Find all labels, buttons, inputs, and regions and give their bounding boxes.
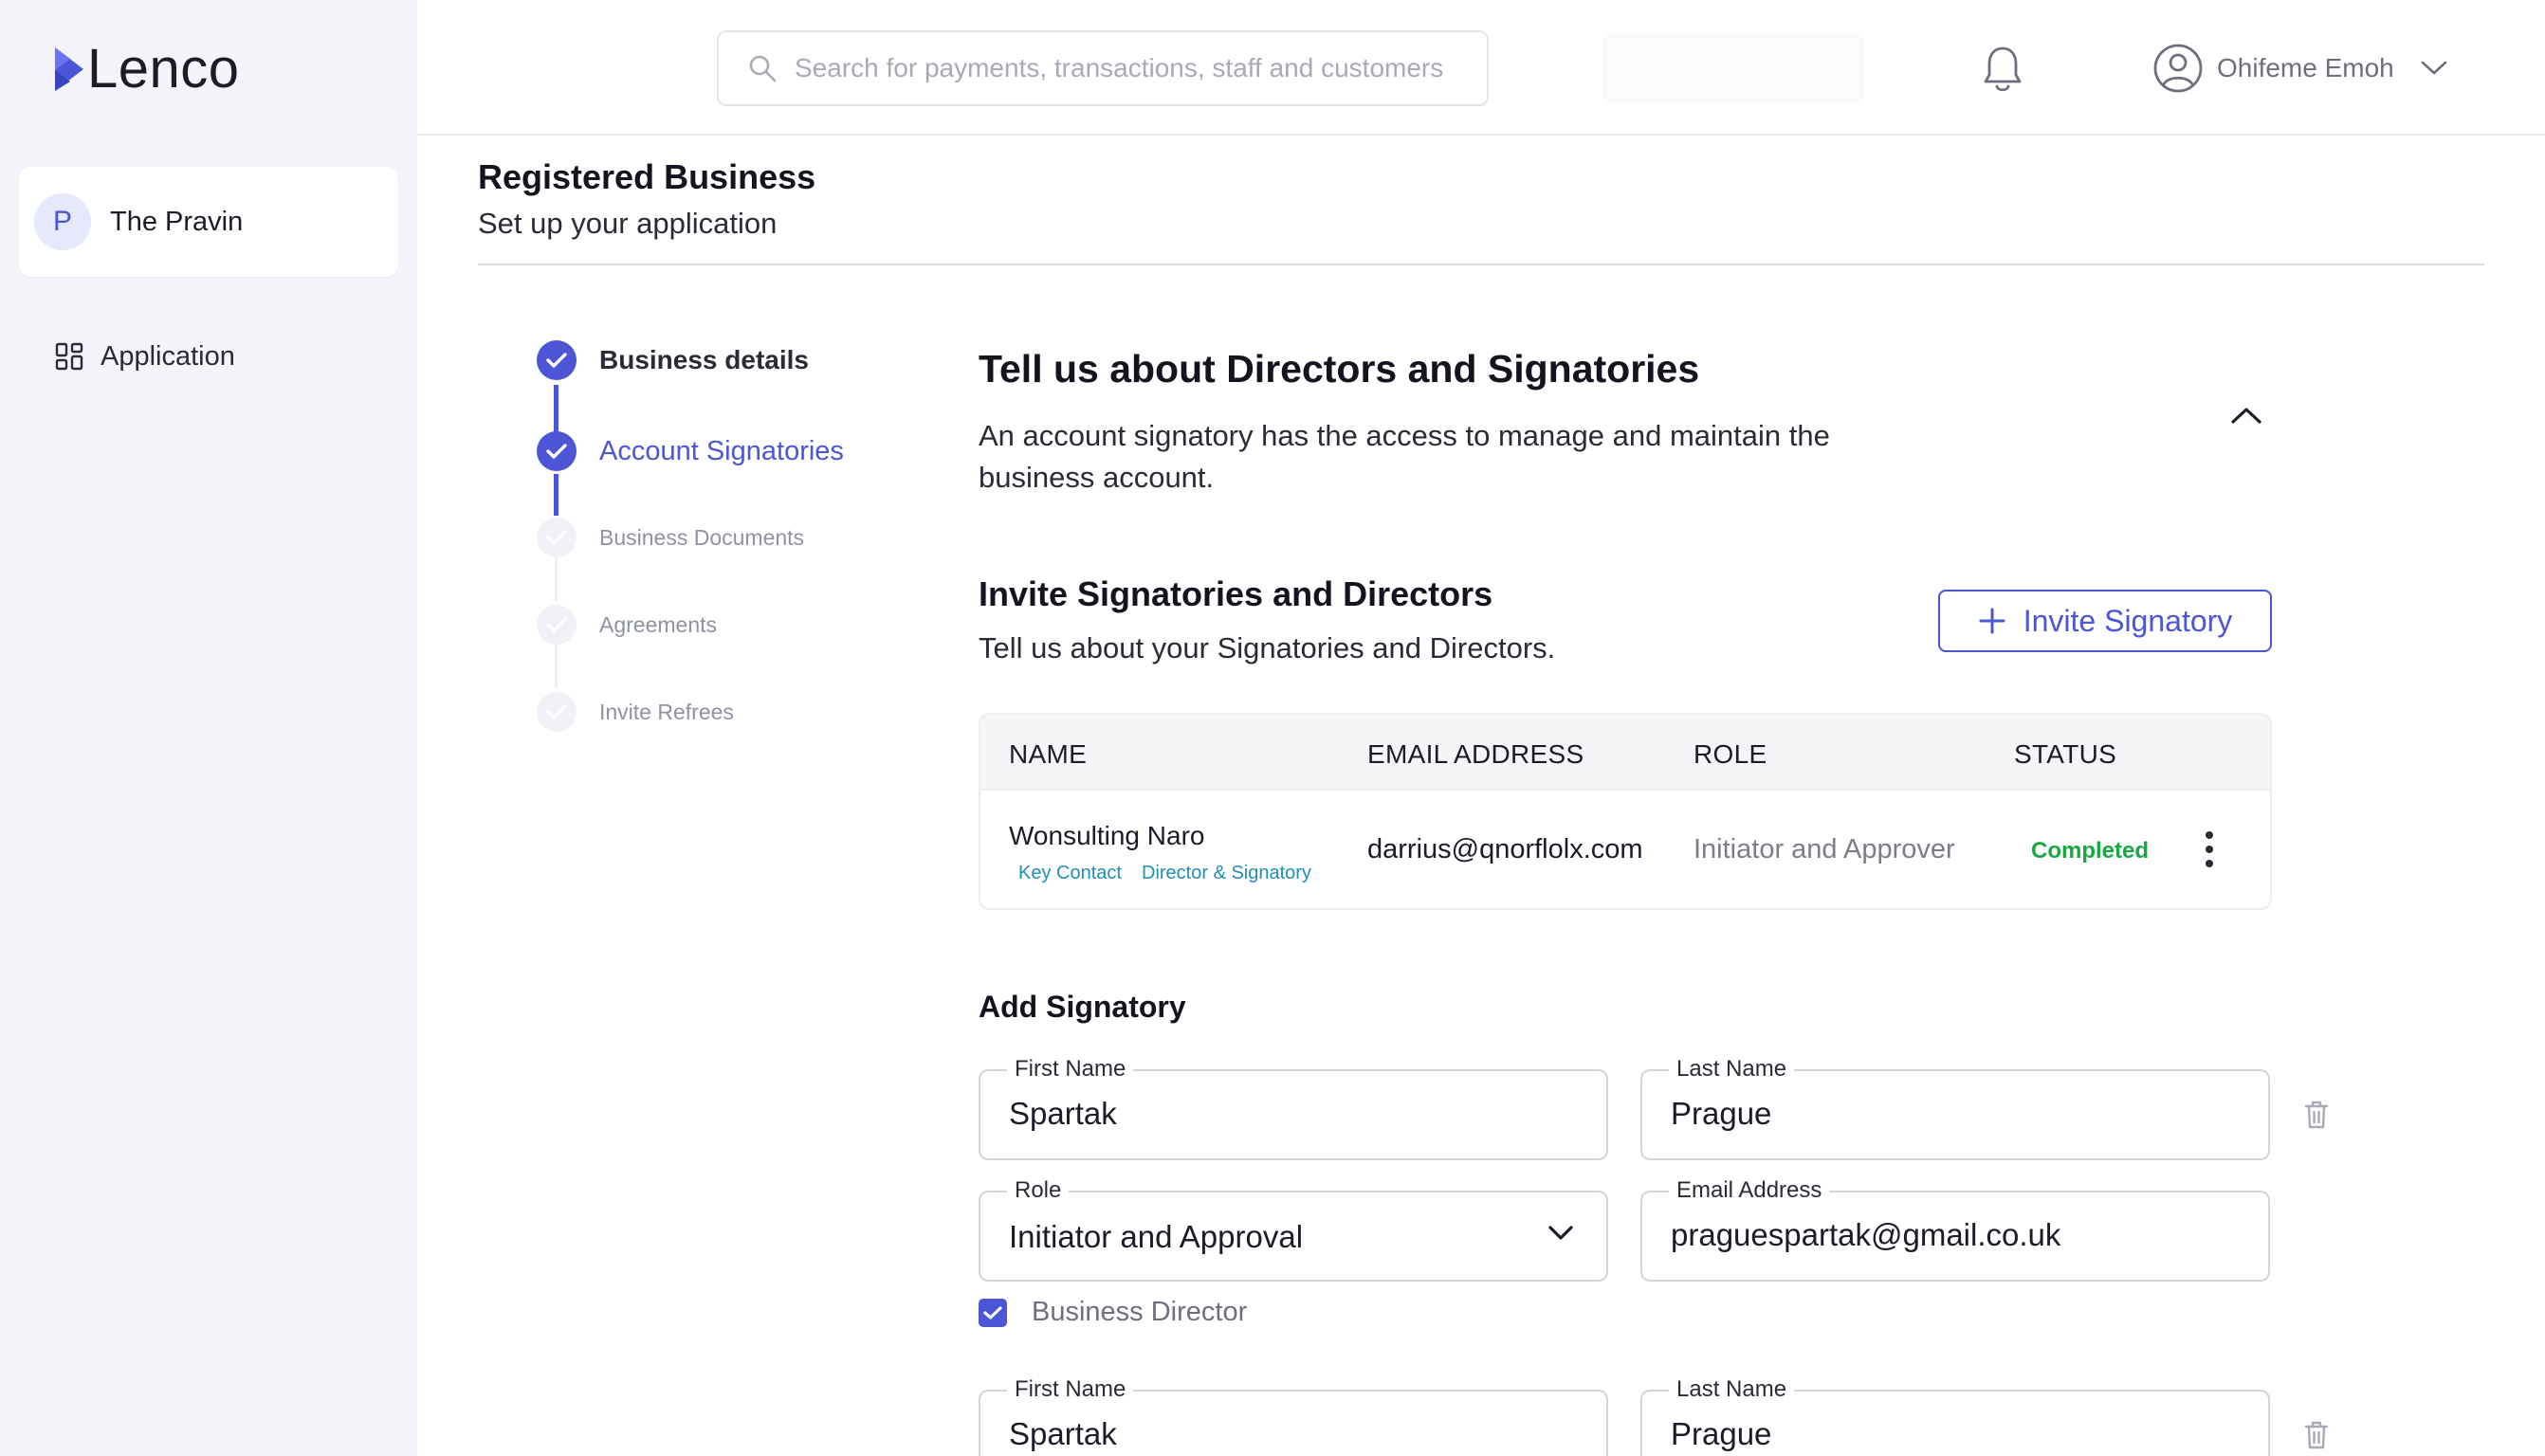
- last-name-field[interactable]: Last Name: [1640, 1055, 2270, 1160]
- tag-key-contact: Key Contact: [1018, 863, 1122, 883]
- invite-title: Invite Signatories and Directors: [979, 574, 1493, 613]
- user-avatar-icon: [2153, 44, 2203, 93]
- status-badge: Completed: [2031, 838, 2150, 864]
- step-connector: [555, 645, 558, 688]
- checkbox-checked-icon: [979, 1298, 1007, 1327]
- tag-director-signatory: Director & Signatory: [1142, 863, 1311, 883]
- invite-signatory-button[interactable]: Invite Signatory: [1938, 590, 2272, 652]
- user-menu[interactable]: Ohifeme Emoh: [2152, 40, 2447, 97]
- signatory-role: Initiator and Approver: [1694, 834, 1955, 864]
- step-connector: [554, 385, 558, 432]
- signatory-name: Wonsulting Naro: [1009, 821, 1205, 850]
- step-agreements[interactable]: Agreements: [537, 605, 717, 645]
- last-name-label: Last Name: [1669, 1055, 1795, 1083]
- chevron-down-icon: [1548, 1226, 1573, 1240]
- trash-icon[interactable]: [2304, 1420, 2329, 1455]
- business-switcher[interactable]: P The Pravin: [19, 167, 398, 277]
- notification-bell-icon[interactable]: [1982, 44, 2023, 100]
- step-business-details[interactable]: Business details: [537, 340, 809, 380]
- check-icon: [537, 605, 577, 645]
- signatory-email: darrius@qnorflolx.com: [1367, 834, 1643, 864]
- first-name-field[interactable]: First Name: [979, 1055, 1608, 1160]
- role-label: Role: [1007, 1176, 1070, 1205]
- last-name-input[interactable]: [1671, 1096, 2240, 1132]
- section-description: An account signatory has the access to m…: [979, 419, 1830, 494]
- page-title: Registered Business: [478, 157, 816, 196]
- signatories-table: NAME EMAIL ADDRESS ROLE STATUS Wonsultin…: [979, 713, 2272, 910]
- business-director-checkbox[interactable]: Business Director: [979, 1297, 1247, 1328]
- top-bar: Ohifeme Emoh: [417, 0, 2545, 136]
- check-icon: [537, 431, 577, 471]
- first-name-label: First Name: [1007, 1055, 1134, 1083]
- section-title: Tell us about Directors and Signatories: [979, 347, 1700, 391]
- invite-signatory-label: Invite Signatory: [2023, 603, 2233, 638]
- column-header-status: STATUS: [2014, 739, 2117, 769]
- first-name-input[interactable]: [1009, 1416, 1578, 1452]
- check-icon: [537, 692, 577, 732]
- add-signatory-title: Add Signatory: [979, 990, 1186, 1024]
- email-input[interactable]: [1671, 1217, 2240, 1253]
- brand-logo[interactable]: Lenco: [53, 38, 240, 100]
- business-director-label: Business Director: [1032, 1297, 1248, 1327]
- business-name: The Pravin: [110, 206, 244, 237]
- step-label: Business Documents: [599, 524, 805, 550]
- search-box[interactable]: [717, 30, 1489, 106]
- step-account-signatories[interactable]: Account Signatories: [537, 431, 844, 471]
- check-icon: [537, 340, 577, 380]
- step-connector: [554, 474, 558, 516]
- step-label: Account Signatories: [599, 435, 844, 466]
- sidebar: Lenco P The Pravin Application: [0, 0, 417, 1456]
- header-divider: [478, 264, 2484, 265]
- last-name-label: Last Name: [1669, 1375, 1795, 1404]
- table-row[interactable]: Wonsulting Naro Key Contact Director & S…: [980, 791, 2270, 908]
- plus-icon: [1979, 608, 2005, 634]
- step-connector: [555, 557, 558, 601]
- role-selected-value: Initiator and Approval: [1009, 1219, 1304, 1254]
- last-name-field[interactable]: Last Name: [1640, 1375, 2270, 1456]
- chevron-down-icon: [2421, 61, 2447, 75]
- chevron-up-icon[interactable]: [2230, 406, 2262, 429]
- table-header: NAME EMAIL ADDRESS ROLE STATUS: [980, 715, 2270, 791]
- column-header-name: NAME: [1009, 739, 1088, 769]
- header-action-button[interactable]: [1602, 32, 1864, 104]
- step-business-documents[interactable]: Business Documents: [537, 518, 804, 557]
- check-icon: [537, 518, 577, 557]
- column-header-email: EMAIL ADDRESS: [1367, 739, 1584, 769]
- lenco-logo-icon: [55, 47, 83, 91]
- user-name: Ohifeme Emoh: [2217, 53, 2394, 82]
- page-subtitle: Set up your application: [478, 207, 778, 240]
- step-invite-refrees[interactable]: Invite Refrees: [537, 692, 734, 732]
- brand-name: Lenco: [87, 38, 240, 100]
- email-field[interactable]: Email Address: [1640, 1176, 2270, 1282]
- more-options-icon[interactable]: [2204, 830, 2215, 873]
- invite-subtitle: Tell us about your Signatories and Direc…: [979, 631, 1556, 664]
- trash-icon[interactable]: [2304, 1100, 2329, 1135]
- step-label: Invite Refrees: [599, 699, 734, 724]
- search-icon: [749, 55, 777, 82]
- last-name-input[interactable]: [1671, 1416, 2240, 1452]
- grid-icon: [55, 342, 83, 371]
- column-header-role: ROLE: [1694, 739, 1767, 769]
- first-name-input[interactable]: [1009, 1096, 1578, 1132]
- first-name-field[interactable]: First Name: [979, 1375, 1608, 1456]
- sidebar-item-label: Application: [101, 340, 235, 372]
- business-avatar: P: [34, 193, 91, 250]
- role-select[interactable]: Role Initiator and Approval: [979, 1176, 1608, 1282]
- search-input[interactable]: [795, 53, 1477, 83]
- email-label: Email Address: [1669, 1176, 1830, 1205]
- step-label: Business details: [599, 345, 809, 374]
- sidebar-item-application[interactable]: Application: [55, 336, 235, 377]
- step-label: Agreements: [599, 611, 718, 637]
- first-name-label: First Name: [1007, 1375, 1134, 1404]
